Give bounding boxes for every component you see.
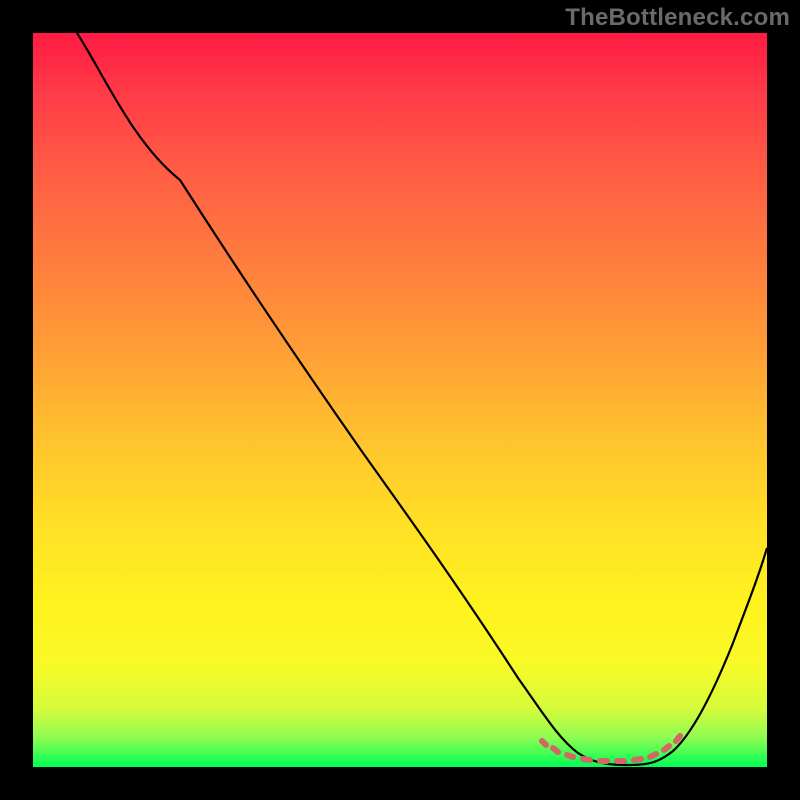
chart-svg xyxy=(33,33,767,767)
bottleneck-curve xyxy=(77,33,767,765)
chart-frame: TheBottleneck.com xyxy=(0,0,800,800)
plot-area xyxy=(33,33,767,767)
watermark-text: TheBottleneck.com xyxy=(565,4,790,32)
